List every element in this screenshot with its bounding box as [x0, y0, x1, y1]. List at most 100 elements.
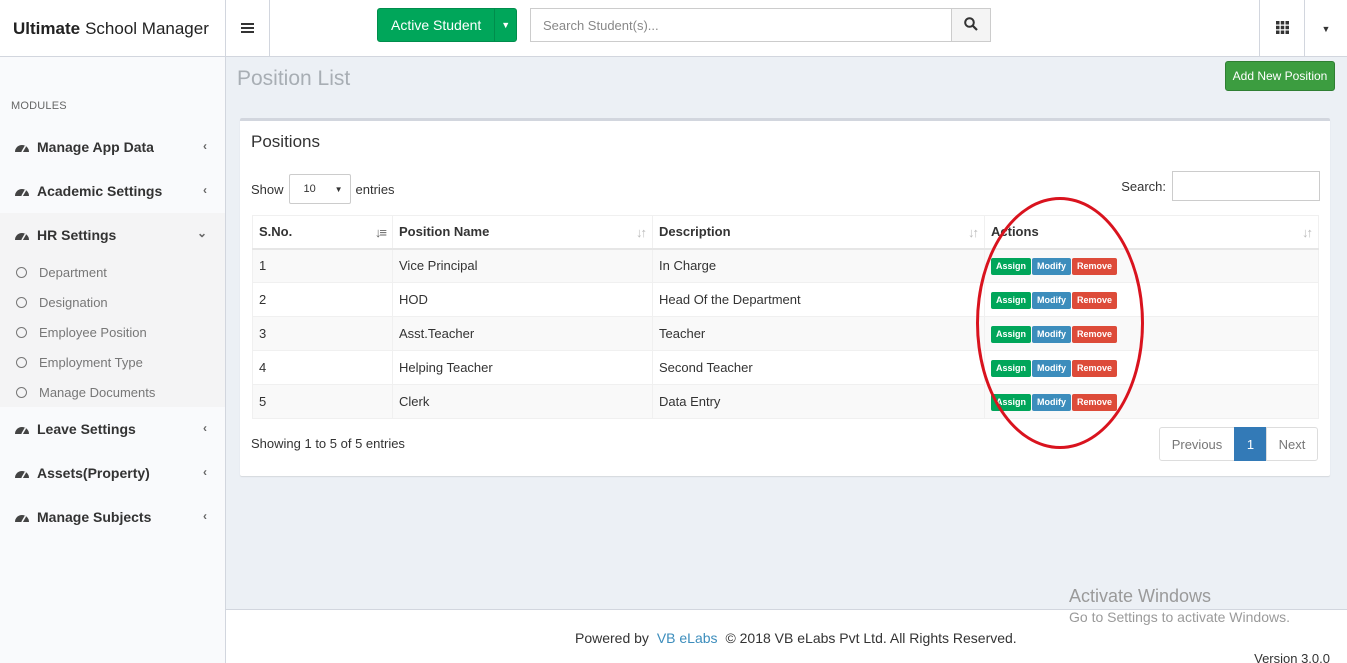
search-icon: [964, 16, 978, 34]
powered-by-label: Powered by: [575, 630, 649, 646]
brand-rest: School Manager: [85, 18, 209, 38]
modify-button[interactable]: Modify: [1032, 393, 1072, 411]
pagination: Previous 1 Next: [1159, 427, 1318, 461]
table-row: 3 Asst.Teacher Teacher Assign Modify Remov…: [252, 316, 1319, 351]
apps-grid-button[interactable]: [1259, 0, 1304, 57]
sidebar-item-label: Leave Settings: [37, 421, 136, 437]
sidebar-subitem-department[interactable]: Department: [0, 257, 225, 287]
column-header-position-name[interactable]: Position Name ↓↑: [392, 215, 653, 250]
column-label: S.No.: [259, 224, 293, 240]
pagination-page-1[interactable]: 1: [1234, 427, 1267, 461]
column-label: Actions: [991, 224, 1039, 240]
activate-windows-watermark: Activate Windows Go to Settings to activ…: [1069, 586, 1290, 625]
hr-settings-submenu: Department Designation Employee Position…: [0, 257, 225, 407]
assign-button[interactable]: Assign: [991, 393, 1032, 411]
caret-down-icon: ▼: [334, 184, 343, 194]
sidebar-item-hr-settings[interactable]: HR Settings ⌄: [0, 213, 225, 257]
sidebar-subitem-designation[interactable]: Designation: [0, 287, 225, 317]
column-header-description[interactable]: Description ↓↑: [652, 215, 985, 250]
chevron-left-icon: ‹: [203, 183, 207, 197]
modify-button[interactable]: Modify: [1032, 359, 1072, 377]
column-header-actions[interactable]: Actions ↓↑: [984, 215, 1319, 250]
version-label: Version 3.0.0: [1254, 651, 1330, 663]
sidebar-item-leave-settings[interactable]: Leave Settings ‹: [0, 407, 225, 451]
cell-position-name: HOD: [392, 282, 653, 317]
caret-down-icon: ▼: [1321, 23, 1331, 34]
page-size-value: 10: [303, 183, 316, 195]
caret-down-icon[interactable]: ▼: [494, 9, 516, 41]
sidebar-item-manage-subjects[interactable]: Manage Subjects ‹: [0, 495, 225, 539]
user-menu-dropdown[interactable]: ▼: [1304, 0, 1347, 57]
vb-elabs-link[interactable]: VB eLabs: [657, 630, 718, 646]
cell-sno: 2: [252, 282, 393, 317]
cell-sno: 4: [252, 350, 393, 385]
hamburger-icon: [241, 18, 254, 39]
cell-sno: 3: [252, 316, 393, 351]
dashboard-icon: [14, 140, 30, 154]
circle-icon: [16, 356, 27, 368]
circle-icon: [16, 266, 27, 278]
subitem-label: Manage Documents: [39, 384, 156, 400]
active-student-dropdown[interactable]: Active Student ▼: [377, 8, 517, 42]
page-size-select[interactable]: 10 ▼: [288, 174, 351, 204]
subitem-label: Employment Type: [39, 354, 143, 370]
sidebar-toggle-button[interactable]: [226, 0, 270, 57]
column-header-sno[interactable]: S.No. ↓≡: [252, 215, 393, 250]
table-row: 2 HOD Head Of the Department Assign Modif…: [252, 282, 1319, 317]
grid-icon: [1275, 20, 1289, 37]
copyright-text: © 2018 VB eLabs Pvt Ltd. All Rights Rese…: [725, 630, 1017, 646]
modify-button[interactable]: Modify: [1032, 325, 1072, 343]
cell-position-name: Clerk: [392, 384, 653, 419]
sidebar-item-assets-property[interactable]: Assets(Property) ‹: [0, 451, 225, 495]
table-search-input[interactable]: [1172, 171, 1320, 201]
remove-button[interactable]: Remove: [1072, 325, 1118, 343]
search-button[interactable]: [951, 8, 991, 42]
circle-icon: [16, 296, 27, 308]
sidebar-item-academic-settings[interactable]: Academic Settings ‹: [0, 169, 225, 213]
dashboard-icon: [14, 510, 30, 524]
remove-button[interactable]: Remove: [1072, 393, 1118, 411]
modify-button[interactable]: Modify: [1032, 291, 1072, 309]
add-new-position-button[interactable]: Add New Position: [1225, 61, 1335, 91]
pagination-previous[interactable]: Previous: [1159, 427, 1235, 461]
watermark-line-2: Go to Settings to activate Windows.: [1069, 609, 1290, 625]
cell-sno: 5: [252, 384, 393, 419]
active-student-label: Active Student: [391, 17, 482, 33]
remove-button[interactable]: Remove: [1072, 359, 1118, 377]
app-brand[interactable]: Ultimate School Manager: [0, 0, 226, 57]
search-label: Search:: [1121, 178, 1166, 194]
sidebar-item-label: Assets(Property): [37, 465, 150, 481]
search-student-input[interactable]: [530, 8, 952, 42]
chevron-left-icon: ‹: [203, 509, 207, 523]
sort-icon: ↓↑: [636, 225, 647, 240]
sort-asc-icon: ↓≡: [374, 225, 387, 240]
sidebar-subitem-employment-type[interactable]: Employment Type: [0, 347, 225, 377]
sidebar-item-manage-app-data[interactable]: Manage App Data ‹: [0, 125, 225, 169]
cell-description: Head Of the Department: [652, 282, 985, 317]
sidebar-subitem-manage-documents[interactable]: Manage Documents: [0, 377, 225, 407]
remove-button[interactable]: Remove: [1072, 291, 1118, 309]
pagination-next[interactable]: Next: [1266, 427, 1318, 461]
chevron-down-icon: ⌄: [196, 226, 207, 240]
assign-button[interactable]: Assign: [991, 257, 1032, 275]
show-entries-control: Show 10 ▼ entries: [251, 174, 395, 204]
positions-table: S.No. ↓≡ Position Name ↓↑ Description ↓↑ Ac…: [252, 215, 1319, 419]
subitem-label: Employee Position: [39, 324, 147, 340]
table-row: 4 Helping Teacher Second Teacher Assign M…: [252, 350, 1319, 385]
sidebar-item-label: Manage Subjects: [37, 509, 152, 525]
cell-sno: 1: [252, 248, 393, 283]
table-row: 5 Clerk Data Entry Assign Modify Remove: [252, 384, 1319, 419]
modify-button[interactable]: Modify: [1032, 257, 1072, 275]
chevron-left-icon: ‹: [203, 465, 207, 479]
table-search: Search:: [1121, 171, 1320, 201]
sidebar-subitem-employee-position[interactable]: Employee Position: [0, 317, 225, 347]
dashboard-icon: [14, 184, 30, 198]
footer-text: Powered by VB eLabs © 2018 VB eLabs Pvt …: [575, 630, 1017, 646]
assign-button[interactable]: Assign: [991, 291, 1032, 309]
chevron-left-icon: ‹: [203, 139, 207, 153]
cell-actions: Assign Modify Remove: [984, 248, 1319, 283]
cell-actions: Assign Modify Remove: [984, 316, 1319, 351]
remove-button[interactable]: Remove: [1072, 257, 1118, 275]
assign-button[interactable]: Assign: [991, 359, 1032, 377]
assign-button[interactable]: Assign: [991, 325, 1032, 343]
